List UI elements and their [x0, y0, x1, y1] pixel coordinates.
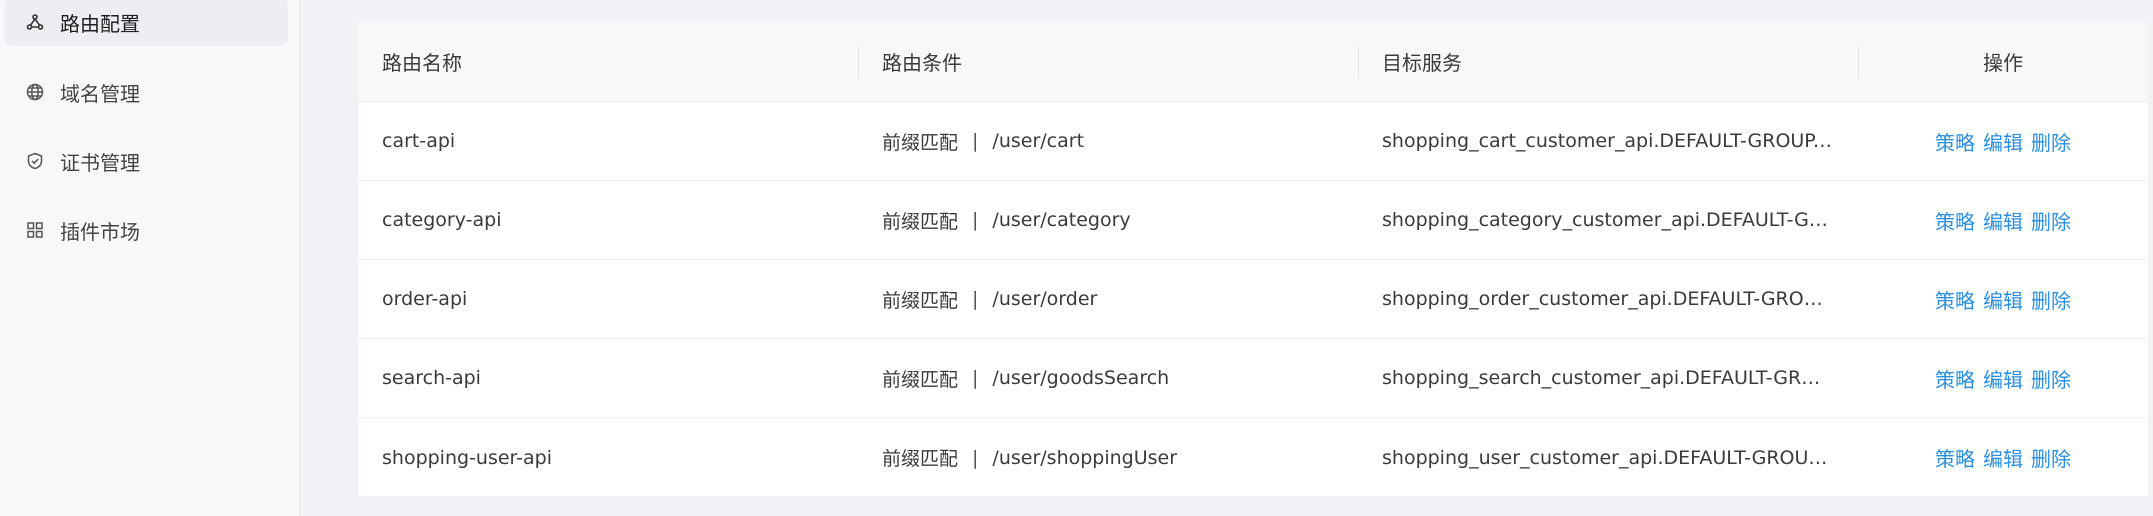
target-service-cell: shopping_cart_customer_api.DEFAULT-GROUP…: [1358, 102, 1858, 180]
sidebar-item-plugin-market[interactable]: 插件市场: [4, 206, 288, 254]
match-type: 前缀匹配: [882, 448, 959, 470]
edit-link[interactable]: 编辑: [1983, 127, 2023, 156]
app-window: 路由配置 域名管理 证书管理 插件市场 路由名称 路由条件 目标服务 操作 ca…: [0, 0, 2153, 516]
row-actions: 策略 编辑 删除: [1858, 418, 2148, 497]
route-path: /user/order: [992, 288, 1098, 310]
edit-link[interactable]: 编辑: [1983, 206, 2023, 235]
route-condition: 前缀匹配 | /user/category: [858, 181, 1358, 259]
delete-link[interactable]: 删除: [2031, 364, 2071, 393]
sidebar-item-label: 证书管理: [60, 150, 140, 175]
match-type: 前缀匹配: [882, 368, 959, 391]
condition-separator: |: [972, 130, 979, 152]
target-service-cell: shopping_user_customer_api.DEFAULT-GROUP…: [1358, 418, 1858, 497]
share-nodes-icon: [24, 11, 46, 33]
condition-separator: |: [972, 446, 979, 469]
route-table: 路由名称 路由条件 目标服务 操作 cart-api 前缀匹配 | /user/…: [358, 22, 2148, 496]
sidebar-item-route-config[interactable]: 路由配置: [4, 0, 288, 46]
route-condition: 前缀匹配 | /user/order: [858, 260, 1358, 338]
route-path: /user/category: [992, 209, 1131, 231]
sidebar-item-label: 插件市场: [60, 219, 140, 244]
column-header-actions: 操作: [1983, 51, 2023, 75]
table-row: cart-api 前缀匹配 | /user/cart shopping_cart…: [358, 102, 2148, 181]
route-path: /user/cart: [992, 130, 1085, 152]
sidebar-item-label: 路由配置: [60, 11, 140, 36]
column-header-route-name: 路由名称: [382, 51, 462, 75]
row-actions: 策略 编辑 删除: [1858, 339, 2148, 417]
table-header: 路由名称 路由条件 目标服务 操作: [358, 22, 2148, 102]
edit-link[interactable]: 编辑: [1983, 443, 2023, 472]
row-actions: 策略 编辑 删除: [1858, 260, 2148, 338]
target-service: shopping_order_customer_api.DEFAULT-GROU…: [1382, 288, 1832, 310]
route-name: shopping-user-api: [382, 446, 552, 469]
target-service: shopping_user_customer_api.DEFAULT-GROUP…: [1382, 446, 1832, 469]
policy-link[interactable]: 策略: [1935, 285, 1975, 314]
delete-link[interactable]: 删除: [2031, 206, 2071, 235]
column-divider: [858, 46, 859, 78]
shield-check-icon: [24, 150, 46, 172]
route-name: category-api: [382, 209, 502, 231]
policy-link[interactable]: 策略: [1935, 127, 1975, 156]
row-actions: 策略 编辑 删除: [1858, 102, 2148, 180]
edit-link[interactable]: 编辑: [1983, 364, 2023, 393]
target-service: shopping_category_customer_api.DEFAULT-G…: [1382, 209, 1832, 231]
column-header-target-service: 目标服务: [1382, 51, 1462, 75]
route-condition: 前缀匹配 | /user/cart: [858, 102, 1358, 180]
route-path: /user/goodsSearch: [992, 367, 1170, 389]
table-row: category-api 前缀匹配 | /user/category shopp…: [358, 181, 2148, 260]
table-row: search-api 前缀匹配 | /user/goodsSearch shop…: [358, 339, 2148, 418]
target-service-cell: shopping_search_customer_api.DEFAULT-GRO…: [1358, 339, 1858, 417]
condition-separator: |: [972, 209, 979, 231]
table-row: order-api 前缀匹配 | /user/order shopping_or…: [358, 260, 2148, 339]
sidebar: 路由配置 域名管理 证书管理 插件市场: [0, 0, 300, 516]
column-divider: [1358, 46, 1359, 78]
edit-link[interactable]: 编辑: [1983, 285, 2023, 314]
target-service-cell: shopping_order_customer_api.DEFAULT-GROU…: [1358, 260, 1858, 338]
route-path: /user/shoppingUser: [992, 446, 1178, 469]
match-type: 前缀匹配: [882, 289, 959, 312]
table-row: shopping-user-api 前缀匹配 | /user/shoppingU…: [358, 418, 2148, 497]
route-condition: 前缀匹配 | /user/goodsSearch: [858, 339, 1358, 417]
route-name: order-api: [382, 288, 468, 310]
delete-link[interactable]: 删除: [2031, 285, 2071, 314]
route-condition: 前缀匹配 | /user/shoppingUser: [858, 418, 1358, 497]
condition-separator: |: [972, 288, 979, 310]
sidebar-item-domain-management[interactable]: 域名管理: [4, 68, 288, 116]
grid-icon: [24, 219, 46, 241]
column-divider: [1858, 46, 1859, 78]
delete-link[interactable]: 删除: [2031, 443, 2071, 472]
condition-separator: |: [972, 367, 979, 389]
sidebar-item-certificate-management[interactable]: 证书管理: [4, 137, 288, 185]
row-actions: 策略 编辑 删除: [1858, 181, 2148, 259]
policy-link[interactable]: 策略: [1935, 206, 1975, 235]
target-service: shopping_cart_customer_api.DEFAULT-GROUP…: [1382, 130, 1832, 152]
sidebar-item-label: 域名管理: [60, 81, 140, 106]
policy-link[interactable]: 策略: [1935, 443, 1975, 472]
target-service-cell: shopping_category_customer_api.DEFAULT-G…: [1358, 181, 1858, 259]
globe-icon: [24, 81, 46, 103]
delete-link[interactable]: 删除: [2031, 127, 2071, 156]
route-name: search-api: [382, 367, 481, 389]
main-content: 路由名称 路由条件 目标服务 操作 cart-api 前缀匹配 | /user/…: [300, 0, 2153, 516]
policy-link[interactable]: 策略: [1935, 364, 1975, 393]
route-name: cart-api: [382, 130, 456, 152]
target-service: shopping_search_customer_api.DEFAULT-GRO…: [1382, 367, 1832, 389]
column-header-route-condition: 路由条件: [882, 51, 962, 75]
match-type: 前缀匹配: [882, 131, 959, 154]
match-type: 前缀匹配: [882, 210, 959, 233]
